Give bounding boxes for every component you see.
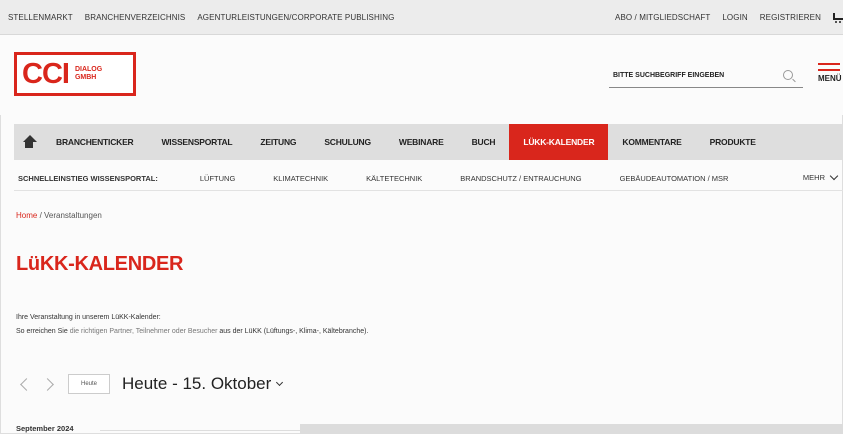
utility-links-right: ABO / MITGLIEDSCHAFT LOGIN REGISTRIEREN xyxy=(615,12,843,23)
breadcrumb-home[interactable]: Home xyxy=(16,211,37,220)
nav-zeitung[interactable]: ZEITUNG xyxy=(246,124,310,160)
main-nav: BRANCHENTICKER WISSENSPORTAL ZEITUNG SCH… xyxy=(14,124,843,160)
breadcrumb: Home / Veranstaltungen xyxy=(16,211,102,220)
breadcrumb-current: Veranstaltungen xyxy=(44,211,102,220)
search-icon[interactable] xyxy=(783,70,793,80)
home-icon[interactable] xyxy=(22,135,37,149)
link-registrieren[interactable]: REGISTRIEREN xyxy=(760,13,821,22)
menu-label: MENÜ xyxy=(818,74,842,83)
utility-links-left: STELLENMARKT BRANCHENVERZEICHNIS AGENTUR… xyxy=(0,13,394,22)
chevron-left-icon[interactable] xyxy=(20,377,33,391)
content-panel-edge xyxy=(300,424,843,434)
logo-sub-line1: DIALOG xyxy=(74,66,103,73)
intro-text: Ihre Veranstaltung in unserem LüKK-Kalen… xyxy=(16,311,368,339)
logo-brand: CCI xyxy=(22,57,70,90)
logo[interactable]: CCI DIALOG GMBH xyxy=(14,52,136,96)
screenshot-frame: STELLENMARKT BRANCHENVERZEICHNIS AGENTUR… xyxy=(0,0,843,434)
link-stellenmarkt[interactable]: STELLENMARKT xyxy=(8,13,73,22)
today-button[interactable]: Heute xyxy=(68,374,110,394)
link-abo[interactable]: ABO / MITGLIEDSCHAFT xyxy=(615,13,710,22)
nav-kommentare[interactable]: KOMMENTARE xyxy=(608,124,695,160)
breadcrumb-separator: / xyxy=(37,211,45,220)
nav-schulung[interactable]: SCHULUNG xyxy=(310,124,385,160)
cart-icon[interactable] xyxy=(833,12,843,23)
search-input[interactable] xyxy=(609,71,777,79)
month-divider xyxy=(100,430,300,431)
page: STELLENMARKT BRANCHENVERZEICHNIS AGENTUR… xyxy=(0,0,843,434)
quick-nav-klimatechnik[interactable]: KLIMATECHNIK xyxy=(273,174,328,183)
intro-line2-highlight: die richtigen Partner, Teilnehmer oder B… xyxy=(69,328,218,335)
search-box xyxy=(609,63,803,88)
logo-subtitle: DIALOG GMBH xyxy=(75,66,102,82)
intro-line2-c: aus der LüKK (Lüftungs-, Klima-, Kältebr… xyxy=(217,328,369,335)
link-agenturleistungen[interactable]: AGENTURLEISTUNGEN/CORPORATE PUBLISHING xyxy=(197,13,394,22)
utility-bar: STELLENMARKT BRANCHENVERZEICHNIS AGENTUR… xyxy=(0,0,843,35)
link-branchenverzeichnis[interactable]: BRANCHENVERZEICHNIS xyxy=(85,13,186,22)
menu-button[interactable]: MENÜ xyxy=(818,63,843,93)
hamburger-icon xyxy=(818,63,840,65)
nav-luekk-kalender[interactable]: LÜKK-KALENDER xyxy=(509,124,609,160)
intro-line1: Ihre Veranstaltung in unserem LüKK-Kalen… xyxy=(16,314,161,321)
quick-nav-more[interactable]: MEHR xyxy=(802,171,839,182)
nav-branchenticker[interactable]: BRANCHENTICKER xyxy=(42,124,147,160)
nav-produkte[interactable]: PRODUKTE xyxy=(696,124,770,160)
quick-nav-lueftung[interactable]: LÜFTUNG xyxy=(200,174,235,183)
quick-nav-label: SCHNELLEINSTIEG WISSENSPORTAL: xyxy=(18,173,158,183)
quick-nav: SCHNELLEINSTIEG WISSENSPORTAL: LÜFTUNG K… xyxy=(14,166,843,191)
link-login[interactable]: LOGIN xyxy=(722,13,747,22)
calendar-heading-text: Heute - 15. Oktober xyxy=(122,374,272,393)
calendar-controls: Heute Heute - 15. Oktober xyxy=(16,371,284,397)
page-title: LüKK-KALENDER xyxy=(16,253,184,275)
site-header: CCI DIALOG GMBH MENÜ xyxy=(0,35,843,115)
nav-buch[interactable]: BUCH xyxy=(458,124,510,160)
quick-nav-brandschutz[interactable]: BRANDSCHUTZ / ENTRAUCHUNG xyxy=(460,174,581,183)
chevron-down-icon xyxy=(276,378,284,387)
nav-wissensportal[interactable]: WISSENSPORTAL xyxy=(147,124,246,160)
quick-nav-more-label: MEHR xyxy=(802,173,825,182)
quick-nav-kaeltetechnik[interactable]: KÄLTETECHNIK xyxy=(366,174,422,183)
quick-nav-gebaeudeautomation[interactable]: GEBÄUDEAUTOMATION / MSR xyxy=(620,174,729,183)
logo-sub-line2: GMBH xyxy=(74,74,97,81)
chevron-down-icon xyxy=(829,171,839,181)
intro-line2-a: So erreichen Sie xyxy=(16,328,70,335)
nav-webinare[interactable]: WEBINARE xyxy=(385,124,458,160)
chevron-right-icon[interactable] xyxy=(41,377,54,391)
calendar-heading[interactable]: Heute - 15. Oktober xyxy=(122,374,284,394)
month-label: September 2024 xyxy=(16,424,74,433)
hamburger-icon-bar xyxy=(818,69,840,71)
